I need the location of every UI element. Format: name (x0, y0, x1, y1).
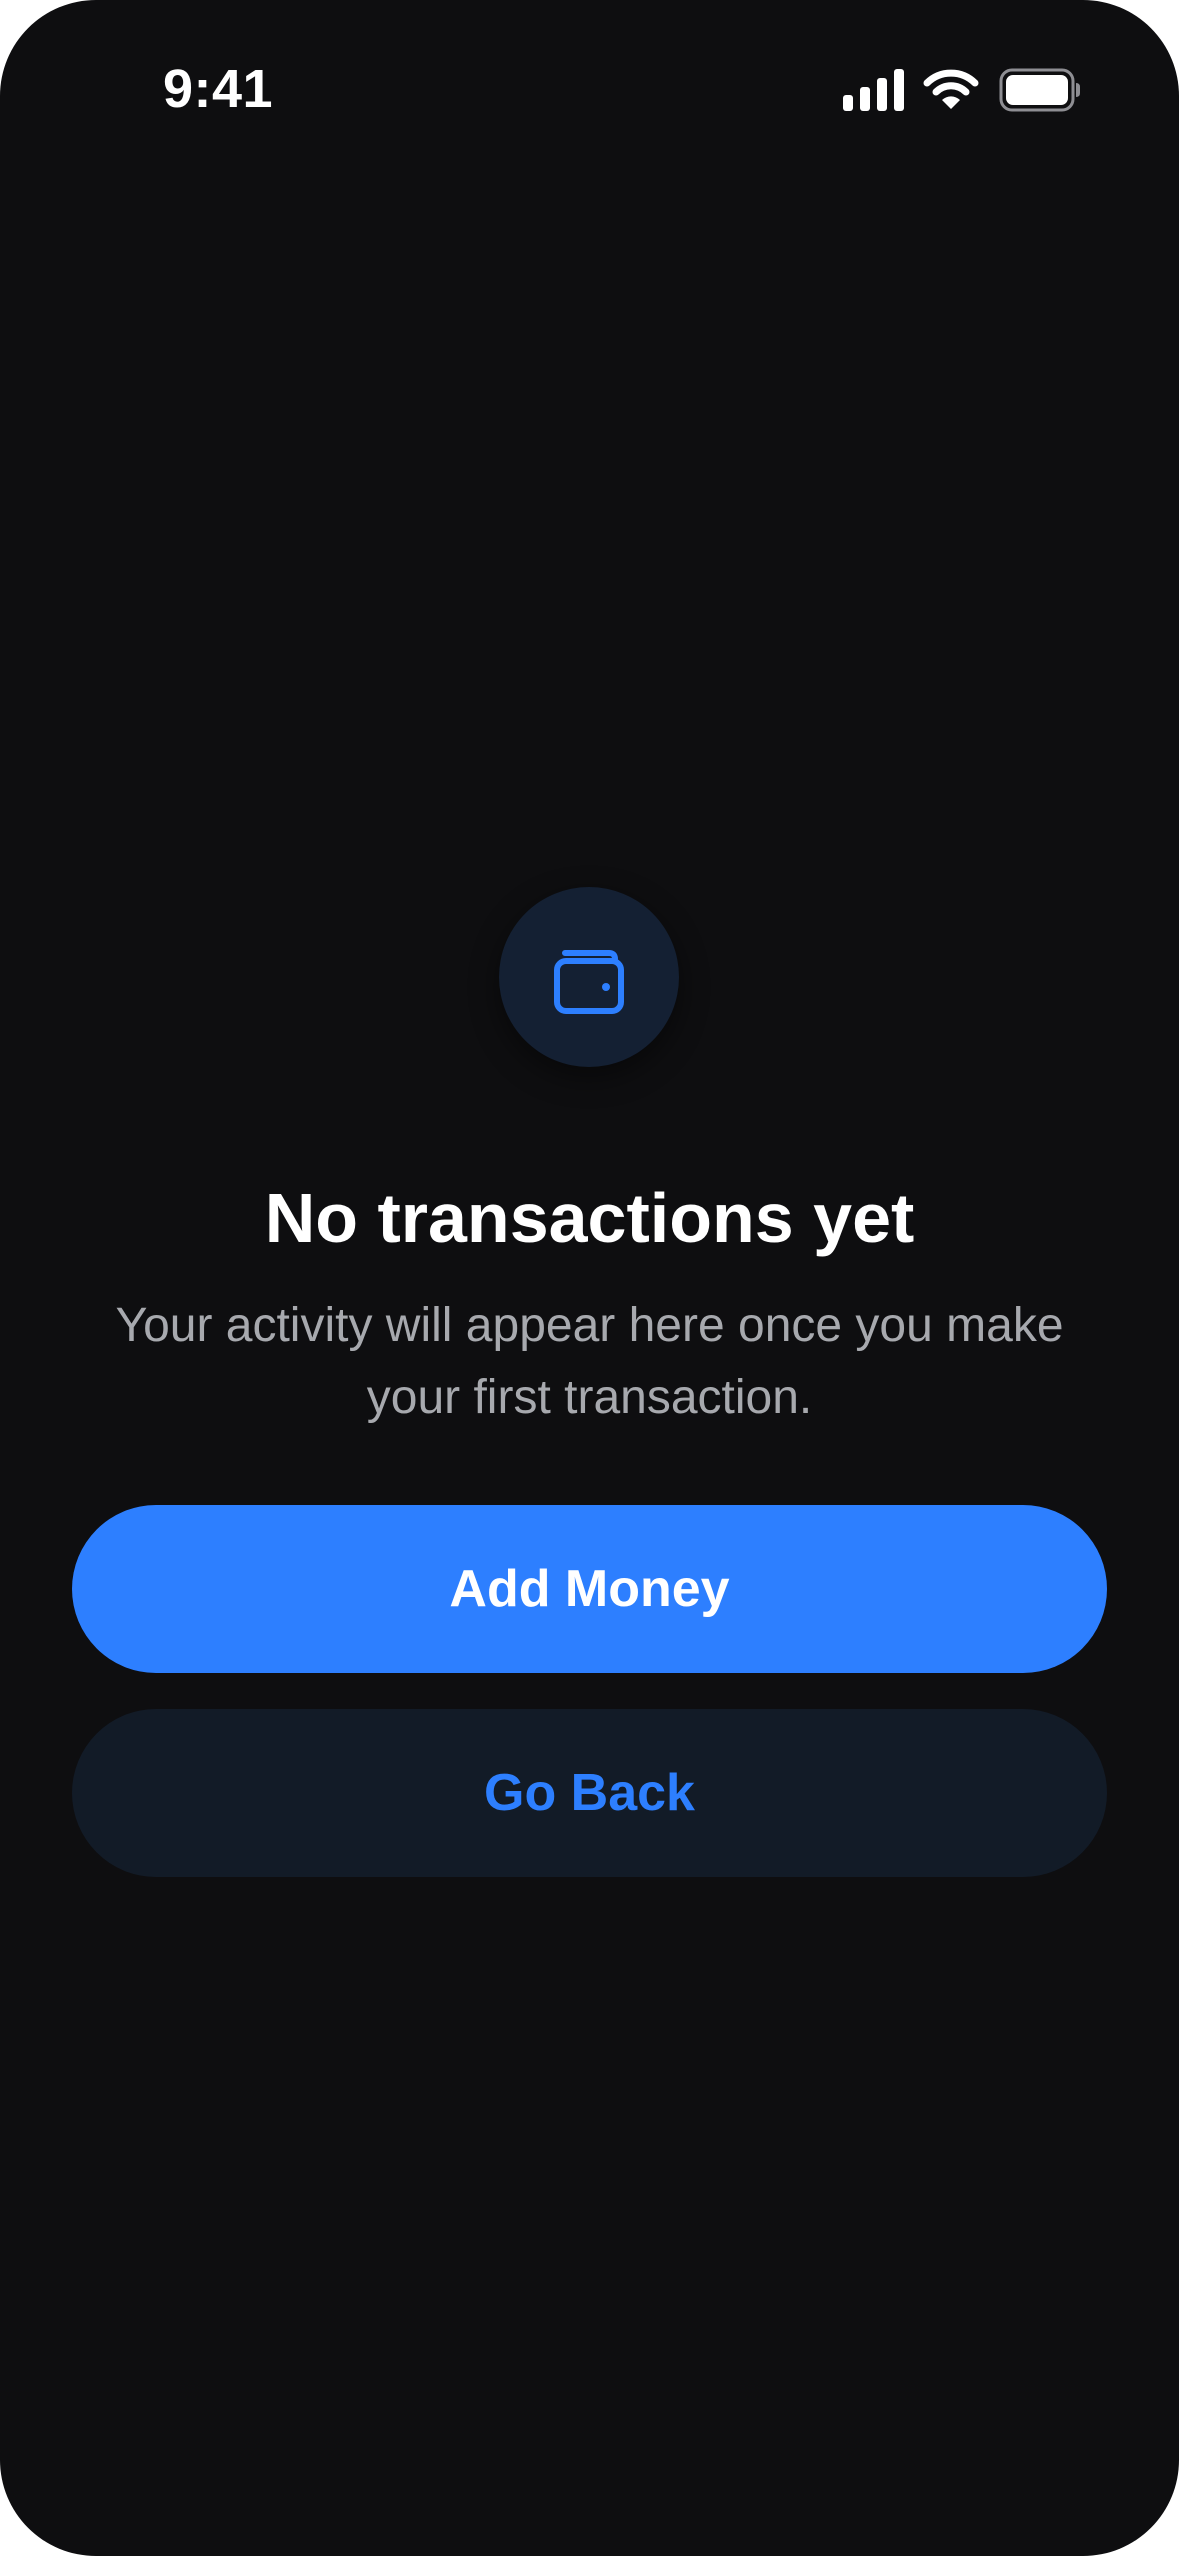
status-time: 9:41 (163, 59, 274, 119)
battery-icon (999, 68, 1080, 112)
phone-screen: 9:41 No transactions yet Your activity w… (0, 0, 1179, 2556)
wallet-icon (554, 950, 624, 1014)
signal-icon (843, 69, 904, 111)
empty-state-subtitle: Your activity will appear here once you … (115, 1299, 1064, 1424)
empty-state-title: No transactions yet (264, 1179, 915, 1257)
wallet-icon-container (499, 887, 679, 1067)
add-money-button[interactable]: Add Money (72, 1505, 1107, 1673)
go-back-button[interactable]: Go Back (72, 1709, 1107, 1877)
wifi-icon (923, 69, 979, 109)
status-icons (843, 66, 1081, 114)
